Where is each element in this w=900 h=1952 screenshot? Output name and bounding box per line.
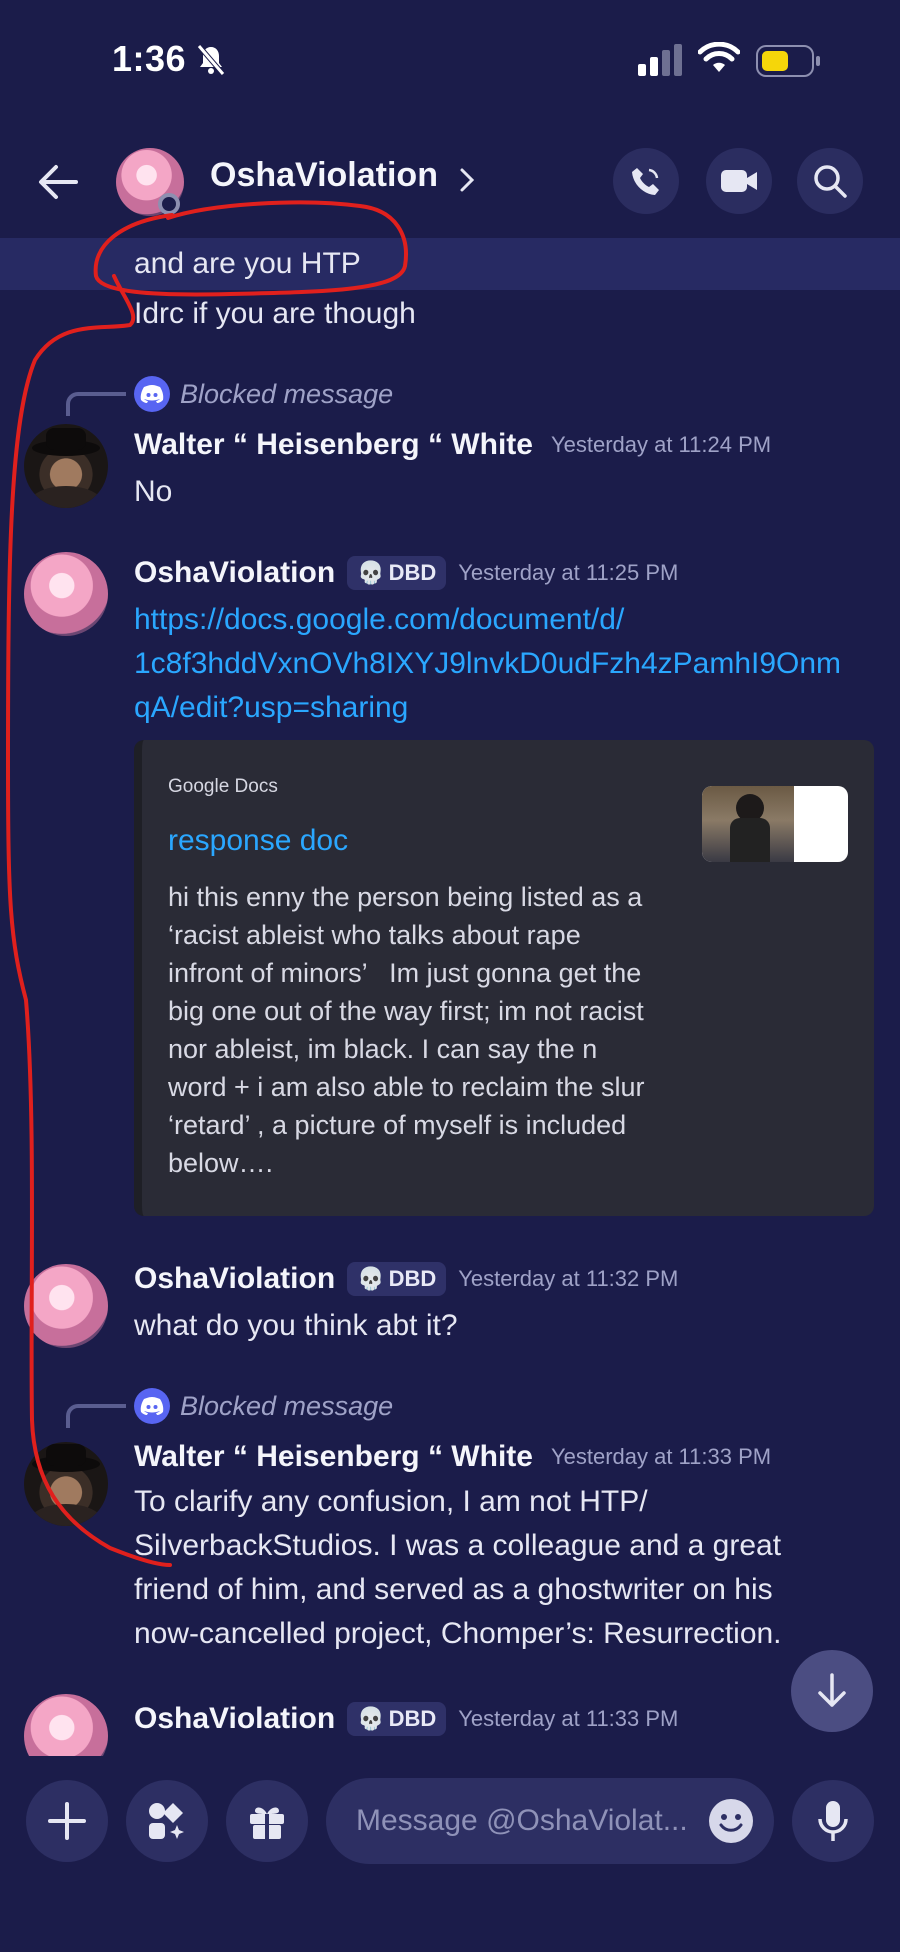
red-annotation-drawing [5,200,408,1567]
